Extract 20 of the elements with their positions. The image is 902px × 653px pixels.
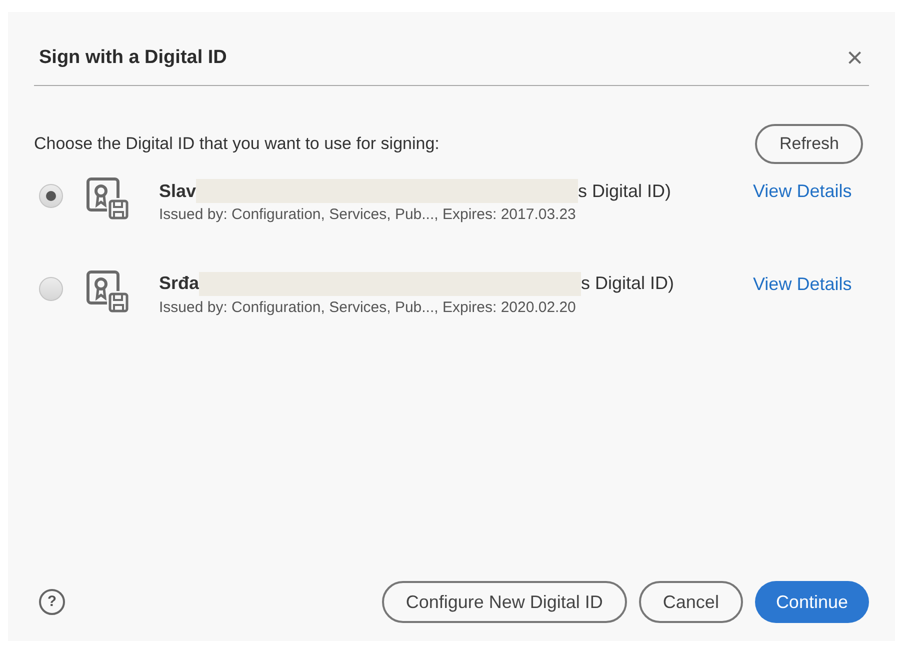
- certificate-icon: [85, 268, 131, 314]
- outline-button[interactable]: Configure New Digital ID: [382, 581, 627, 623]
- certificate-icon: [85, 176, 131, 222]
- radio-button[interactable]: [39, 276, 63, 300]
- dialog-title: Sign with a Digital ID: [38, 46, 227, 70]
- continue-button[interactable]: Continue: [754, 581, 869, 623]
- issuer-text: Issued by: Configuration, Services, Pub..., Expires: 2020.02.20: [159, 298, 577, 318]
- issuer-text: Issued by: Configuration, Services, Pub..., Expires: 2017.03.23: [159, 205, 577, 225]
- help-icon[interactable]: ?: [39, 589, 65, 615]
- refresh-button[interactable]: Refresh: [755, 124, 863, 164]
- view-details-link[interactable]: View Details: [753, 270, 852, 298]
- close-button[interactable]: ×: [846, 26, 869, 72]
- id-name-start: Srđa: [159, 272, 200, 295]
- id-name-end: s Digital ID): [578, 180, 672, 203]
- view-details-link[interactable]: View Details: [753, 178, 852, 205]
- radio-button[interactable]: [39, 184, 63, 208]
- id-name-end: s Digital ID): [581, 272, 674, 295]
- prompt-text: Choose the Digital ID that you want to use for signing:: [34, 133, 440, 156]
- id-name-start: Slav: [159, 180, 196, 202]
- outline-button[interactable]: Cancel: [638, 581, 743, 623]
